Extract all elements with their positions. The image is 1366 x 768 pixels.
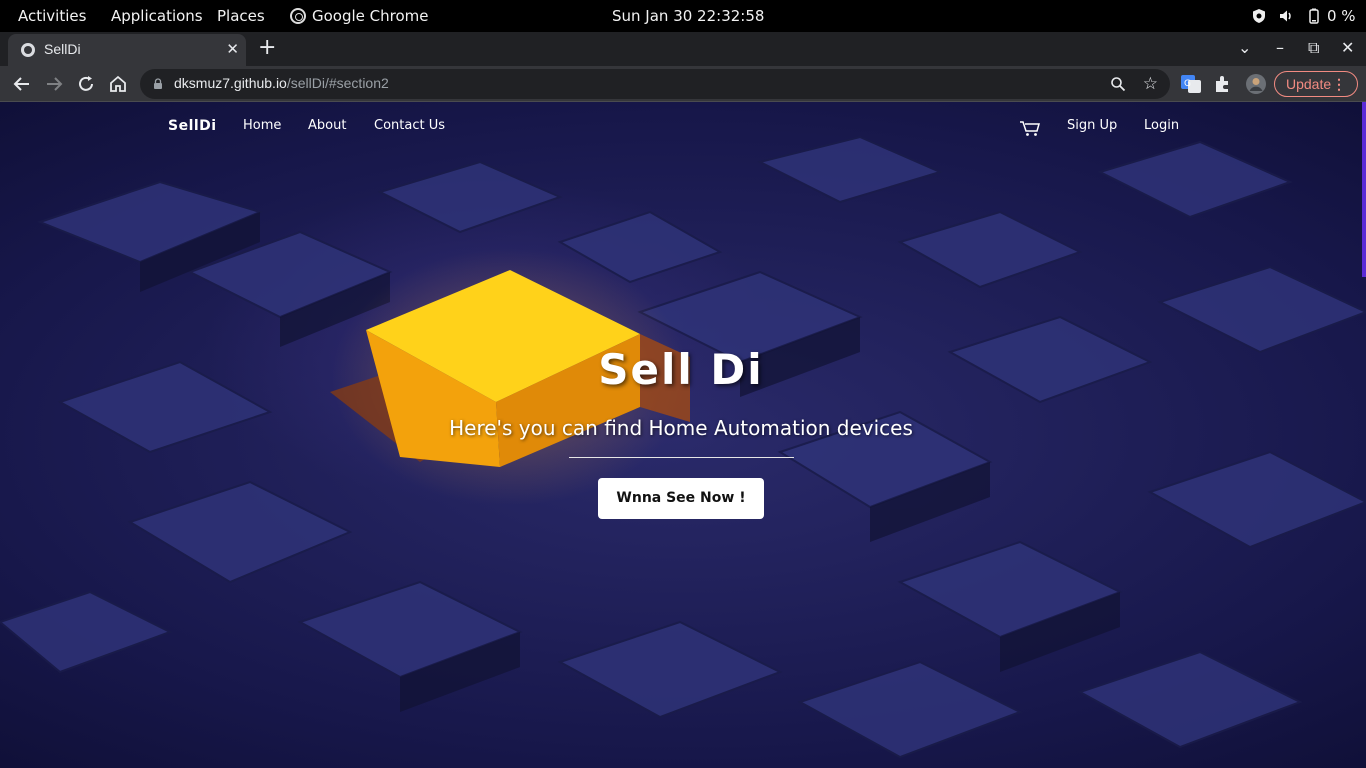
app-menu[interactable]: Google Chrome	[290, 0, 429, 32]
activities-button[interactable]: Activities	[18, 0, 86, 32]
nav-contact-us[interactable]: Contact Us	[374, 118, 445, 133]
browser-toolbar: dksmuz7.github.io/sellDi/#section2 ☆	[0, 66, 1366, 102]
os-top-bar: Activities Applications Places Google Ch…	[0, 0, 1366, 32]
reload-icon[interactable]	[74, 72, 98, 96]
address-bar[interactable]: dksmuz7.github.io/sellDi/#section2 ☆	[140, 69, 1170, 99]
tab-strip: SellDi ✕ + ⌄ – ⧉ ✕	[0, 32, 1366, 66]
hero-subtitle: Here's you can find Home Automation devi…	[449, 416, 913, 440]
site-brand[interactable]: SellDi	[168, 118, 217, 134]
cart-icon[interactable]	[1019, 119, 1041, 137]
nav-sign-up[interactable]: Sign Up	[1067, 118, 1117, 133]
update-label: Update	[1286, 76, 1332, 92]
tab-close-icon[interactable]: ✕	[226, 39, 239, 59]
forward-icon[interactable]	[42, 72, 66, 96]
battery-percent: 0 %	[1327, 7, 1356, 25]
svg-text:G: G	[1184, 79, 1191, 89]
url-text: dksmuz7.github.io/sellDi/#section2	[174, 75, 389, 91]
home-icon[interactable]	[106, 72, 130, 96]
extensions-icon[interactable]	[1212, 73, 1234, 95]
page-viewport: SellDi Home About Contact Us Sign Up Log…	[0, 102, 1366, 768]
cta-button[interactable]: Wnna See Now !	[598, 478, 764, 519]
update-button[interactable]: Update ⋮	[1274, 71, 1358, 97]
tab-search-icon[interactable]: ⌄	[1238, 38, 1251, 58]
back-icon[interactable]	[10, 72, 34, 96]
profile-avatar[interactable]	[1245, 73, 1267, 95]
site-navbar: SellDi Home About Contact Us Sign Up Log…	[0, 102, 1366, 150]
hero-title: Sell Di	[598, 345, 764, 394]
favicon-icon	[21, 43, 35, 57]
star-icon[interactable]: ☆	[1143, 74, 1158, 94]
app-name: Google Chrome	[312, 7, 429, 25]
nav-home[interactable]: Home	[243, 118, 281, 133]
shield-icon[interactable]	[1251, 8, 1267, 24]
lock-icon[interactable]	[153, 78, 163, 89]
volume-icon[interactable]	[1278, 8, 1294, 24]
places-menu[interactable]: Places	[217, 0, 265, 32]
nav-about[interactable]: About	[308, 118, 346, 133]
battery-icon[interactable]	[1306, 8, 1322, 24]
more-menu-icon[interactable]: ⋮	[1332, 72, 1346, 96]
restore-button[interactable]: ⧉	[1308, 38, 1319, 58]
minimize-button[interactable]: –	[1276, 38, 1284, 58]
zoom-icon[interactable]	[1110, 76, 1126, 92]
clock[interactable]: Sun Jan 30 22:32:58	[612, 0, 764, 32]
applications-menu[interactable]: Applications	[111, 0, 203, 32]
new-tab-button[interactable]: +	[258, 37, 276, 59]
chrome-icon	[290, 8, 306, 24]
nav-login[interactable]: Login	[1144, 118, 1179, 133]
hero-divider	[569, 457, 794, 458]
url-path: /sellDi/#section2	[286, 75, 389, 91]
tab-title: SellDi	[44, 41, 81, 57]
url-host: dksmuz7.github.io	[174, 75, 287, 91]
tab-selldi[interactable]: SellDi ✕	[8, 34, 246, 66]
close-window-button[interactable]: ✕	[1341, 38, 1354, 58]
translate-icon[interactable]: G	[1180, 73, 1202, 95]
